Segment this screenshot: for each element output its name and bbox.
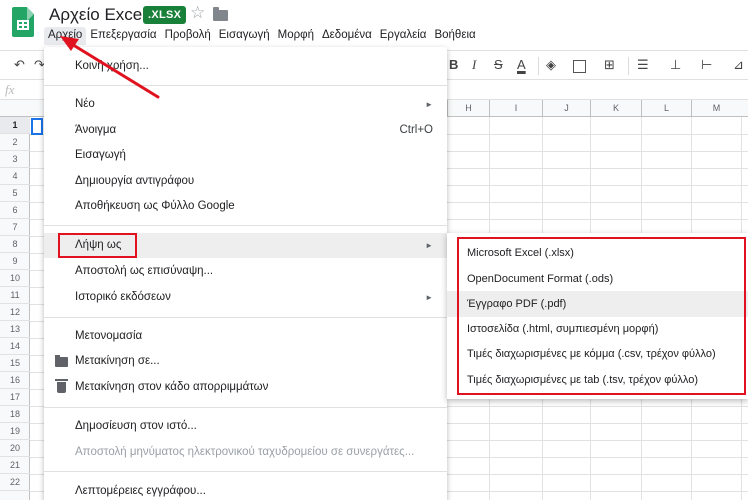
menu-tools[interactable]: Εργαλεία bbox=[376, 27, 431, 45]
menu-item-rename[interactable]: Μετονομασία bbox=[44, 324, 447, 349]
menu-edit[interactable]: Επεξεργασία bbox=[86, 27, 160, 45]
menu-view[interactable]: Προβολή bbox=[161, 27, 215, 45]
row-header[interactable]: 11 bbox=[0, 287, 30, 304]
menu-data[interactable]: Δεδομένα bbox=[318, 27, 376, 45]
menu-bar: Αρχείο Επεξεργασία Προβολή Εισαγωγή Μορφ… bbox=[44, 27, 480, 45]
menu-item-document-details[interactable]: Λεπτομέρειες εγγράφου... bbox=[44, 479, 447, 500]
row-header[interactable]: 17 bbox=[0, 389, 30, 406]
fx-icon: fx bbox=[5, 82, 15, 97]
menu-insert[interactable]: Εισαγωγή bbox=[215, 27, 274, 45]
fill-color-icon[interactable]: ◈ bbox=[546, 57, 556, 73]
column-header[interactable]: K bbox=[590, 100, 641, 117]
column-header[interactable]: J bbox=[542, 100, 590, 117]
file-format-badge: .XLSX bbox=[143, 6, 187, 24]
row-header[interactable]: 1 bbox=[0, 117, 30, 134]
menu-item-publish-web[interactable]: Δημοσίευση στον ιστό... bbox=[44, 414, 447, 439]
row-header[interactable]: 13 bbox=[0, 321, 30, 338]
row-header[interactable]: 18 bbox=[0, 406, 30, 423]
column-header[interactable]: H bbox=[447, 100, 489, 117]
trash-icon bbox=[55, 379, 68, 393]
row-header[interactable]: 14 bbox=[0, 338, 30, 355]
menu-format[interactable]: Μορφή bbox=[274, 27, 318, 45]
horizontal-align-icon[interactable]: ☰ bbox=[637, 57, 649, 73]
menu-help[interactable]: Βοήθεια bbox=[430, 27, 479, 45]
row-header[interactable]: 22 bbox=[0, 474, 30, 491]
star-icon[interactable]: ☆ bbox=[190, 3, 205, 23]
bold-icon[interactable]: B bbox=[449, 57, 458, 72]
menu-item-make-copy[interactable]: Δημιουργία αντιγράφου bbox=[44, 169, 447, 194]
submenu-arrow-icon: ► bbox=[425, 100, 433, 109]
menu-item-email-attachment[interactable]: Αποστολή ως επισύναψη... bbox=[44, 259, 447, 284]
annotation-box-download bbox=[58, 233, 137, 258]
document-title[interactable]: Αρχείο Excel bbox=[49, 5, 146, 25]
row-header[interactable]: 10 bbox=[0, 270, 30, 287]
borders-icon[interactable] bbox=[573, 60, 586, 73]
row-header[interactable]: 15 bbox=[0, 355, 30, 372]
row-header[interactable]: 20 bbox=[0, 440, 30, 457]
submenu-arrow-icon: ► bbox=[425, 241, 433, 250]
menu-item-share[interactable]: Κοινή χρήση... bbox=[44, 54, 447, 79]
text-rotation-icon[interactable]: ⊿ bbox=[733, 57, 744, 73]
menu-item-version-history[interactable]: Ιστορικό εκδόσεων ► bbox=[44, 285, 447, 310]
column-header[interactable]: I bbox=[489, 100, 542, 117]
row-header[interactable]: 7 bbox=[0, 219, 30, 236]
column-header[interactable]: M bbox=[691, 100, 741, 117]
folder-icon bbox=[55, 355, 68, 367]
annotation-box-submenu bbox=[457, 237, 746, 395]
row-header[interactable]: 4 bbox=[0, 168, 30, 185]
row-header[interactable]: 16 bbox=[0, 372, 30, 389]
row-header[interactable]: 12 bbox=[0, 304, 30, 321]
menu-item-move-to[interactable]: Μετακίνηση σε... bbox=[44, 349, 447, 374]
text-wrap-icon[interactable]: ⊢ bbox=[701, 57, 712, 73]
shortcut-label: Ctrl+O bbox=[399, 124, 433, 136]
menu-item-save-as-sheets[interactable]: Αποθήκευση ως Φύλλο Google bbox=[44, 194, 447, 219]
menu-item-email-collaborators: Αποστολή μηνύματος ηλεκτρονικού ταχυδρομ… bbox=[75, 446, 415, 458]
row-header[interactable]: 21 bbox=[0, 457, 30, 474]
row-header[interactable]: 8 bbox=[0, 236, 30, 253]
menu-item-open[interactable]: Άνοιγμα Ctrl+O bbox=[44, 118, 447, 143]
row-header[interactable]: 2 bbox=[0, 134, 30, 151]
column-header[interactable]: L bbox=[641, 100, 691, 117]
undo-icon[interactable]: ↶ bbox=[14, 57, 25, 73]
menu-item-import[interactable]: Εισαγωγή bbox=[44, 143, 447, 168]
vertical-align-icon[interactable]: ⊥ bbox=[670, 57, 681, 73]
sheets-logo-icon[interactable] bbox=[12, 7, 34, 37]
row-header-column: 1 2 3 4 5 6 7 8 9 10 11 12 13 14 15 16 17 18 19 20 21 22 bbox=[0, 117, 30, 500]
menu-item-new[interactable]: Νέο ► bbox=[44, 92, 447, 117]
row-header[interactable]: 6 bbox=[0, 202, 30, 219]
text-color-icon[interactable]: A bbox=[517, 57, 526, 72]
merge-cells-icon[interactable]: ⊞ bbox=[604, 57, 615, 73]
row-header[interactable]: 5 bbox=[0, 185, 30, 202]
strikethrough-icon[interactable]: S bbox=[494, 57, 503, 72]
row-header[interactable]: 9 bbox=[0, 253, 30, 270]
menu-file[interactable]: Αρχείο bbox=[44, 27, 87, 45]
italic-icon[interactable]: I bbox=[472, 57, 476, 73]
file-menu: Κοινή χρήση... Νέο ► Άνοιγμα Ctrl+O Εισαγω… bbox=[44, 47, 447, 500]
row-header[interactable]: 3 bbox=[0, 151, 30, 168]
menu-item-move-to-trash[interactable]: Μετακίνηση στον κάδο απορριμμάτων bbox=[44, 375, 447, 400]
row-header[interactable]: 19 bbox=[0, 423, 30, 440]
selected-cell[interactable] bbox=[31, 118, 43, 135]
folder-icon[interactable] bbox=[213, 7, 228, 21]
submenu-arrow-icon: ► bbox=[425, 293, 433, 302]
